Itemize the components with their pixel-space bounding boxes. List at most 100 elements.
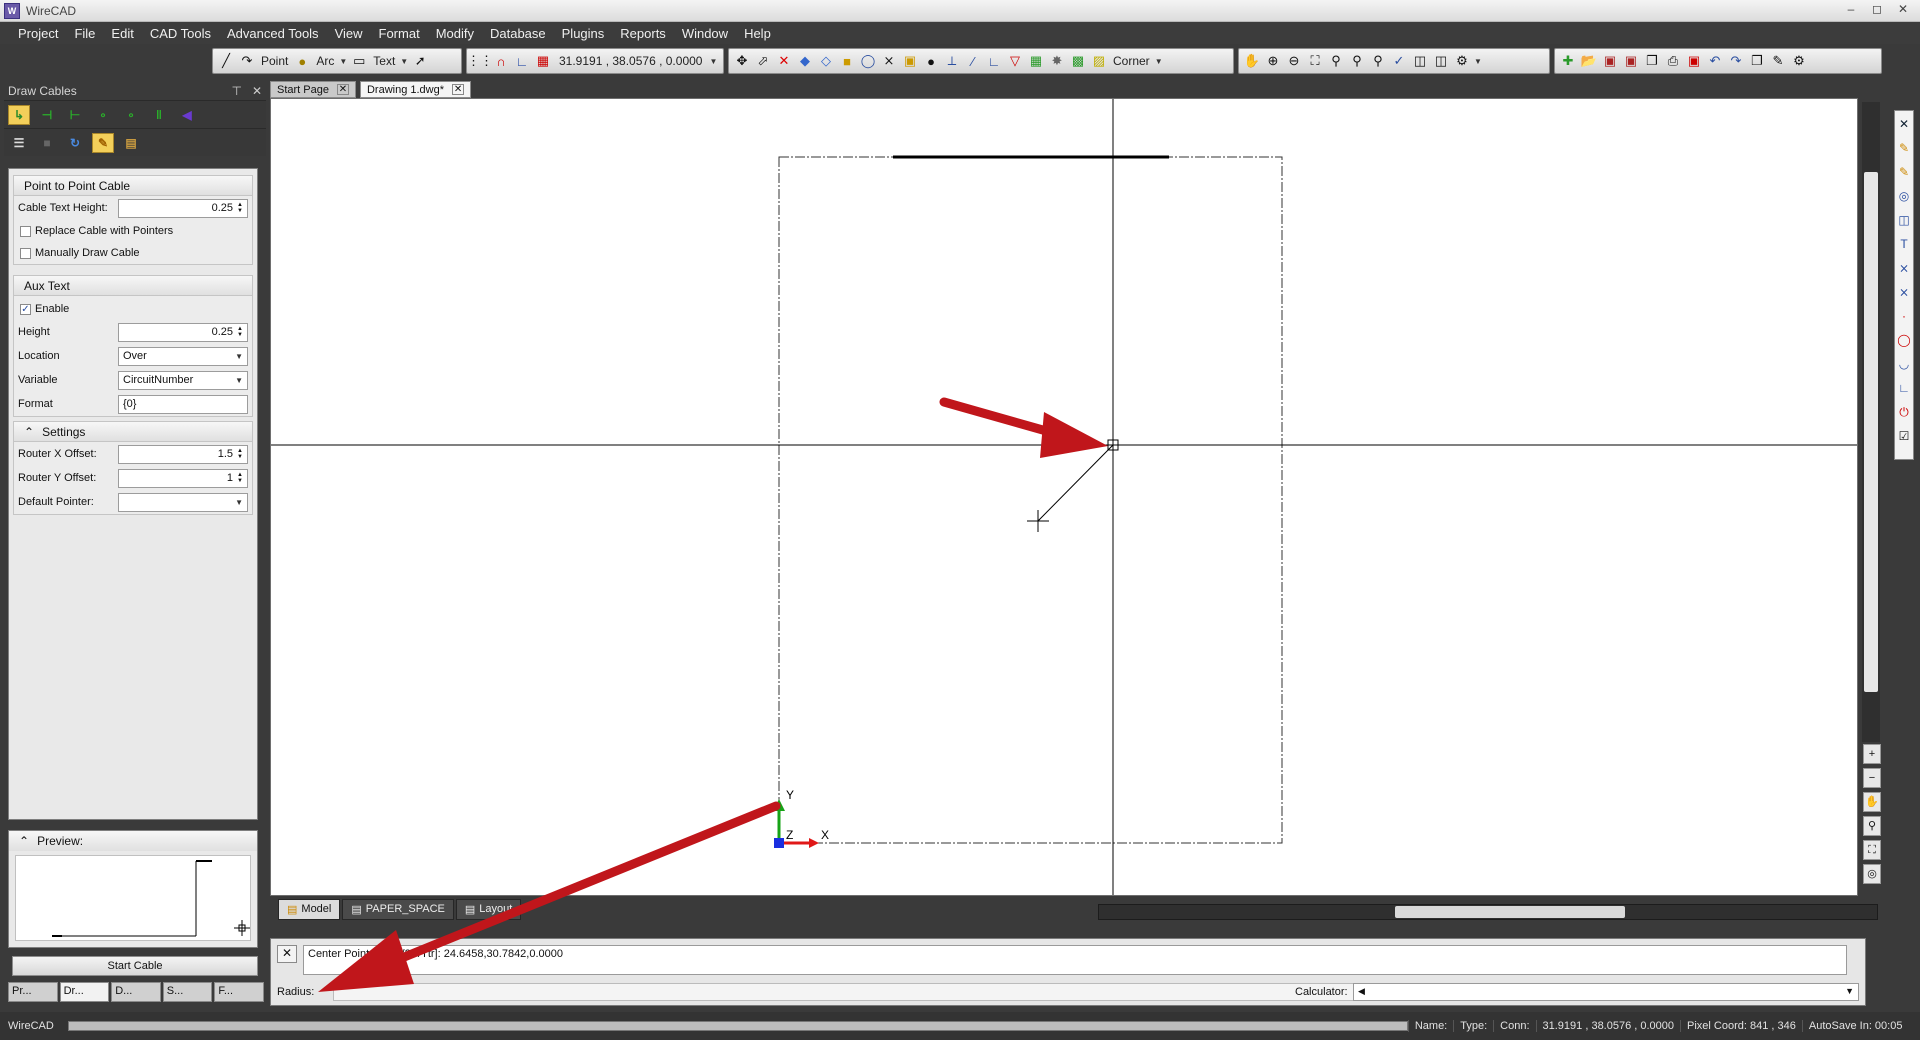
snap-midpoint-icon[interactable]: ◇ bbox=[817, 52, 835, 70]
enable-checkbox[interactable]: ✓ bbox=[20, 303, 31, 315]
arc-icon[interactable]: ◡ bbox=[1899, 355, 1909, 373]
new-file-icon[interactable]: ✚ bbox=[1559, 52, 1577, 70]
power-icon[interactable]: ⏻ bbox=[1899, 403, 1909, 421]
enable-row[interactable]: ✓ Enable bbox=[14, 298, 252, 320]
calc-dropdown-icon[interactable]: ▼ bbox=[1845, 986, 1854, 998]
menu-help[interactable]: Help bbox=[736, 26, 779, 41]
snap-parallel-icon[interactable]: ▦ bbox=[1027, 52, 1045, 70]
zoom-dropdown-icon[interactable]: ▼ bbox=[1474, 57, 1482, 66]
menu-advanced-tools[interactable]: Advanced Tools bbox=[219, 26, 327, 41]
spinner-icon[interactable]: ▲ ▼ bbox=[237, 448, 243, 460]
tab-d[interactable]: D... bbox=[111, 982, 161, 1002]
snap-extension-icon[interactable]: ▣ bbox=[901, 52, 919, 70]
drawing-canvas[interactable]: Y X Z bbox=[270, 98, 1858, 896]
collapse-icon[interactable]: ⌃ bbox=[19, 834, 29, 848]
panel-close-icon[interactable]: ✕ bbox=[252, 84, 262, 98]
snap-all-icon[interactable]: ▩ bbox=[1069, 52, 1087, 70]
vertical-scrollbar[interactable] bbox=[1862, 102, 1880, 742]
chevron-down-icon[interactable]: ▼ bbox=[235, 352, 243, 361]
router-y-field[interactable]: 1 ▲ ▼ bbox=[118, 468, 248, 488]
cable-node-icon[interactable]: ∘ bbox=[92, 105, 114, 125]
point-to-point-cable-icon[interactable]: ↳ bbox=[8, 104, 30, 125]
pin-icon[interactable]: ⊤ bbox=[231, 84, 241, 98]
zoom-extents-icon[interactable]: ⛶ bbox=[1306, 52, 1324, 70]
zoom-window-icon[interactable]: ⚲ bbox=[1327, 52, 1345, 70]
block-icon[interactable]: ◫ bbox=[1898, 211, 1909, 229]
format-input[interactable]: {0} bbox=[118, 394, 248, 414]
menu-format[interactable]: Format bbox=[371, 26, 428, 41]
magnet-snap-icon[interactable]: ∩ bbox=[492, 52, 510, 70]
variable-select[interactable]: CircuitNumber ▼ bbox=[118, 370, 248, 390]
rectangle-tool-icon[interactable]: ▭ bbox=[350, 52, 368, 70]
cable-style-icon[interactable]: ✎ bbox=[92, 132, 114, 153]
arc-dropdown-icon[interactable]: ▼ bbox=[339, 57, 347, 66]
tab-drawing[interactable]: Drawing 1.dwg* ✕ bbox=[359, 81, 472, 98]
close-button[interactable]: ✕ bbox=[1892, 2, 1914, 18]
menu-view[interactable]: View bbox=[327, 26, 371, 41]
replace-cable-checkbox[interactable] bbox=[20, 225, 31, 237]
point-icon[interactable]: · bbox=[1902, 307, 1906, 325]
preview-title-bar[interactable]: ⌃ Preview: bbox=[9, 831, 257, 851]
extend-icon[interactable]: ⨯ bbox=[1899, 283, 1909, 301]
snap-apparent-icon[interactable]: ▽ bbox=[1006, 52, 1024, 70]
calc-left-icon[interactable]: ◀ bbox=[1358, 986, 1365, 998]
pan-icon[interactable]: ✋ bbox=[1243, 52, 1261, 70]
copy-icon[interactable]: ❐ bbox=[1643, 52, 1661, 70]
clone-icon[interactable]: ❐ bbox=[1748, 52, 1766, 70]
menu-edit[interactable]: Edit bbox=[103, 26, 141, 41]
tab-project[interactable]: Pr... bbox=[8, 982, 58, 1002]
vertical-scroll-thumb[interactable] bbox=[1864, 172, 1878, 692]
default-pointer-select[interactable]: ▼ bbox=[118, 492, 248, 512]
menu-database[interactable]: Database bbox=[482, 26, 554, 41]
close-tab-icon[interactable]: ✕ bbox=[452, 84, 465, 95]
corner-dropdown-icon[interactable]: ▼ bbox=[1155, 57, 1163, 66]
settings-icon[interactable]: ⚙ bbox=[1790, 52, 1808, 70]
cable-right-icon[interactable]: ⊢ bbox=[64, 105, 86, 125]
open-file-icon[interactable]: 📂 bbox=[1580, 52, 1598, 70]
aux-height-field[interactable]: 0.25 ▲ ▼ bbox=[118, 322, 248, 342]
spinner-icon[interactable]: ▲ ▼ bbox=[237, 472, 243, 484]
undo-icon[interactable]: ↶ bbox=[1706, 52, 1724, 70]
view-settings-icon[interactable]: ⚙ bbox=[1453, 52, 1471, 70]
pdf-icon[interactable]: ▣ bbox=[1685, 52, 1703, 70]
snap-intersection-icon[interactable]: ⨯ bbox=[880, 52, 898, 70]
close-icon[interactable]: ✕ bbox=[1899, 115, 1909, 133]
tab-layout[interactable]: ▤ Layout bbox=[455, 898, 522, 920]
zoom-realtime-icon[interactable]: ⚲ bbox=[1369, 52, 1387, 70]
line-tool-icon[interactable]: ╱ bbox=[217, 52, 235, 70]
manually-draw-row[interactable]: Manually Draw Cable bbox=[14, 242, 252, 264]
minimize-button[interactable]: – bbox=[1840, 2, 1862, 18]
spinner-icon[interactable]: ▲ ▼ bbox=[237, 202, 243, 214]
menu-file[interactable]: File bbox=[66, 26, 103, 41]
save-all-icon[interactable]: ▣ bbox=[1622, 52, 1640, 70]
zoom-in-icon[interactable]: ⊕ bbox=[1264, 52, 1282, 70]
delete-icon[interactable]: ✕ bbox=[775, 52, 793, 70]
tab-paper-space[interactable]: ▤ PAPER_SPACE bbox=[342, 898, 454, 920]
cable-node2-icon[interactable]: ∘ bbox=[120, 105, 142, 125]
chevron-down-icon[interactable]: ▼ bbox=[235, 376, 243, 385]
dimension-tool-icon[interactable]: ➚ bbox=[411, 52, 429, 70]
zoom-previous-icon[interactable]: ⚲ bbox=[1348, 52, 1366, 70]
cable-parallel-icon[interactable]: ‖ bbox=[148, 105, 170, 125]
cable-tool2-icon[interactable]: ✎ bbox=[1899, 163, 1909, 181]
manually-draw-checkbox[interactable] bbox=[20, 247, 31, 259]
chevron-down-icon[interactable]: ▼ bbox=[235, 498, 243, 507]
zoom-window-icon[interactable]: ⚲ bbox=[1863, 816, 1881, 836]
cable-text-height-field[interactable]: 0.25 ▲ ▼ bbox=[118, 198, 248, 218]
tab-f[interactable]: F... bbox=[214, 982, 264, 1002]
maximize-button[interactable]: ◻ bbox=[1866, 2, 1888, 18]
refresh-icon[interactable]: ↻ bbox=[64, 133, 86, 153]
check-icon[interactable]: ☑ bbox=[1899, 427, 1910, 445]
horizontal-scrollbar[interactable] bbox=[1098, 904, 1878, 920]
list-view-icon[interactable]: ☰ bbox=[8, 133, 30, 153]
grid-snap-icon[interactable]: ⋮⋮ bbox=[467, 52, 493, 70]
menu-plugins[interactable]: Plugins bbox=[554, 26, 613, 41]
snap-insertion-icon[interactable]: ● bbox=[922, 52, 940, 70]
properties-icon[interactable]: ◫ bbox=[1432, 52, 1450, 70]
snap-settings-icon[interactable]: ✥ bbox=[733, 52, 751, 70]
zoom-all-icon[interactable]: ◎ bbox=[1863, 864, 1881, 884]
menu-cad-tools[interactable]: CAD Tools bbox=[142, 26, 219, 41]
ortho-icon[interactable]: ∟ bbox=[513, 52, 531, 70]
point-tool-button[interactable]: Point bbox=[259, 54, 290, 68]
snap-perpendicular-icon[interactable]: ⟂ bbox=[943, 52, 961, 70]
